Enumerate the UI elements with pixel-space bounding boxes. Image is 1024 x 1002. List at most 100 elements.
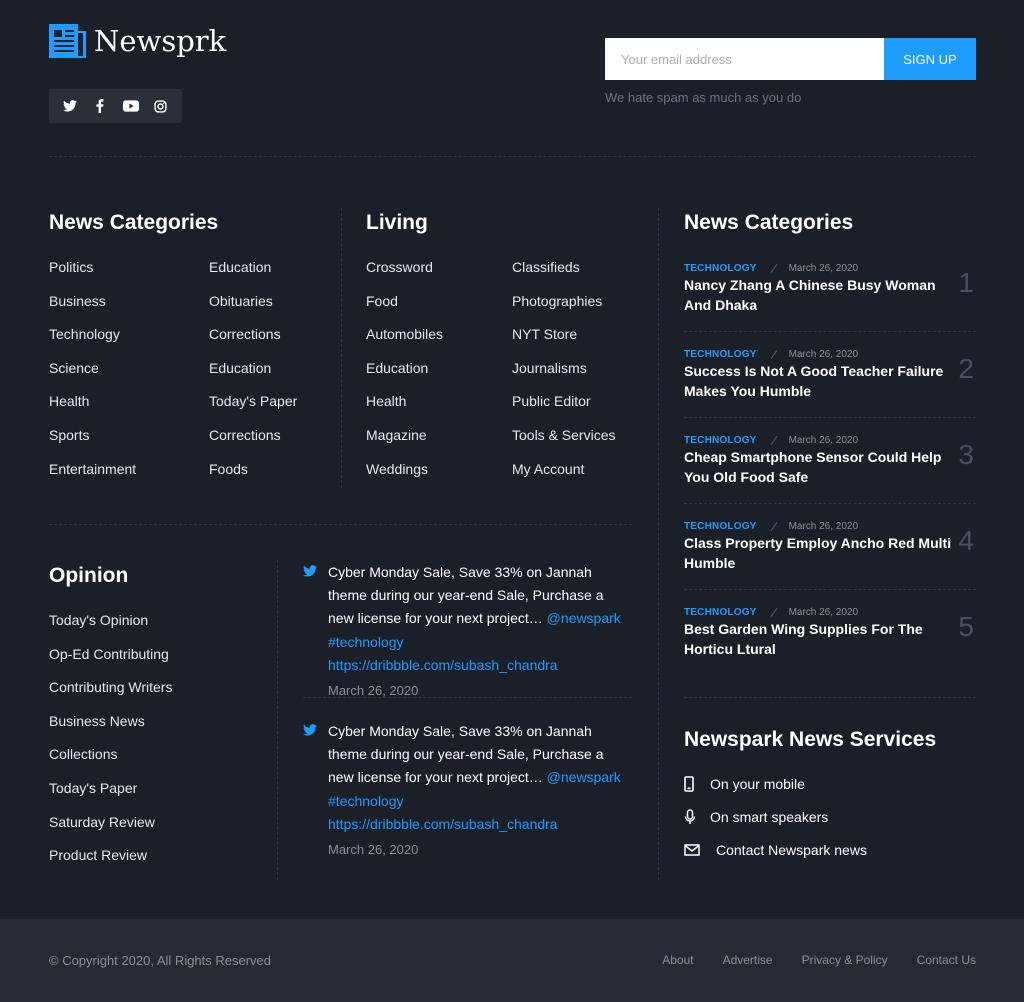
ranked-news-heading: News Categories: [684, 211, 854, 234]
living-link[interactable]: Tools & Services: [512, 426, 615, 460]
divider: [49, 524, 632, 525]
service-contact-link[interactable]: Contact Newspark news: [684, 841, 867, 859]
news-categories-col1: Politics Business Technology Science Hea…: [49, 258, 136, 493]
living-link[interactable]: Public Editor: [512, 392, 615, 426]
living-link[interactable]: Journalisms: [512, 359, 615, 393]
category-link[interactable]: Foods: [209, 460, 297, 494]
opinion-link[interactable]: Collections: [49, 745, 172, 779]
site-logo[interactable]: Newsprk: [49, 22, 226, 60]
category-tag[interactable]: TECHNOLOGY: [684, 607, 757, 618]
twitter-icon: [303, 723, 317, 741]
living-link[interactable]: Photographies: [512, 292, 615, 326]
footer-link-contact[interactable]: Contact Us: [917, 953, 976, 967]
category-link[interactable]: Health: [49, 392, 136, 426]
newsletter-form: SIGN UP: [605, 38, 976, 80]
post-title-link[interactable]: Best Garden Wing Supplies For The Hortic…: [684, 619, 962, 659]
post-title-link[interactable]: Class Property Employ Ancho Red Multi Hu…: [684, 533, 962, 573]
opinion-link[interactable]: Contributing Writers: [49, 678, 172, 712]
opinion-link[interactable]: Today's Paper: [49, 779, 172, 813]
email-field[interactable]: [605, 38, 884, 80]
living-link[interactable]: Health: [366, 392, 443, 426]
category-link[interactable]: Sports: [49, 426, 136, 460]
news-categories-col2: Education Obituaries Corrections Educati…: [209, 258, 297, 493]
rank-number: 2: [958, 353, 974, 384]
living-link[interactable]: Weddings: [366, 460, 443, 494]
slash-divider: [770, 521, 777, 531]
category-link[interactable]: Education: [209, 359, 297, 393]
opinion-link[interactable]: Today's Opinion: [49, 611, 172, 645]
footer-link-about[interactable]: About: [662, 953, 693, 967]
news-services-heading: Newspark News Services: [684, 728, 937, 751]
footer-link-advertise[interactable]: Advertise: [723, 953, 773, 967]
instagram-icon[interactable]: [150, 95, 172, 117]
service-label: On your mobile: [710, 776, 805, 792]
category-link[interactable]: Technology: [49, 325, 136, 359]
service-label: On smart speakers: [710, 809, 829, 825]
service-speakers-link[interactable]: On smart speakers: [684, 808, 828, 826]
column-divider: [658, 208, 659, 880]
category-link[interactable]: Entertainment: [49, 460, 136, 494]
opinion-list: Today's Opinion Op-Ed Contributing Contr…: [49, 611, 172, 880]
opinion-link[interactable]: Business News: [49, 712, 172, 746]
newspaper-icon: [49, 22, 87, 60]
slash-divider: [770, 349, 777, 359]
opinion-link[interactable]: Saturday Review: [49, 813, 172, 847]
category-link[interactable]: Today's Paper: [209, 392, 297, 426]
opinion-link[interactable]: Product Review: [49, 846, 172, 880]
living-heading: Living: [366, 211, 428, 234]
living-link[interactable]: Education: [366, 359, 443, 393]
copyright-text: © Copyright 2020, All Rights Reserved: [49, 953, 272, 968]
category-link[interactable]: Science: [49, 359, 136, 393]
divider: [684, 417, 976, 418]
slash-divider: [770, 607, 777, 617]
youtube-icon[interactable]: [120, 95, 142, 117]
living-link[interactable]: Crossword: [366, 258, 443, 292]
category-link[interactable]: Business: [49, 292, 136, 326]
living-link[interactable]: Automobiles: [366, 325, 443, 359]
footer-link-privacy[interactable]: Privacy & Policy: [802, 953, 888, 967]
post-title-link[interactable]: Success Is Not A Good Teacher Failure Ma…: [684, 361, 962, 401]
ranked-news-item: TECHNOLOGY March 26, 2020 Success Is Not…: [684, 347, 976, 433]
tweet-date: March 26, 2020: [328, 683, 419, 699]
divider: [303, 697, 632, 698]
post-date: March 26, 2020: [788, 434, 859, 446]
post-date: March 26, 2020: [788, 606, 859, 618]
divider: [684, 589, 976, 590]
category-tag[interactable]: TECHNOLOGY: [684, 349, 757, 360]
category-tag[interactable]: TECHNOLOGY: [684, 435, 757, 446]
opinion-link[interactable]: Op-Ed Contributing: [49, 645, 172, 679]
signup-button[interactable]: SIGN UP: [884, 38, 976, 80]
service-mobile-link[interactable]: On your mobile: [684, 775, 805, 793]
news-categories-heading: News Categories: [49, 211, 219, 234]
living-link[interactable]: Food: [366, 292, 443, 326]
category-link[interactable]: Corrections: [209, 426, 297, 460]
category-link[interactable]: Politics: [49, 258, 136, 292]
twitter-icon: [303, 564, 317, 582]
ranked-news-item: TECHNOLOGY March 26, 2020 Cheap Smartpho…: [684, 433, 976, 519]
category-link[interactable]: Obituaries: [209, 292, 297, 326]
living-link[interactable]: Magazine: [366, 426, 443, 460]
tweet-url-link[interactable]: https://dribbble.com/subash_chandra: [328, 657, 558, 673]
service-label: Contact Newspark news: [716, 842, 867, 858]
living-link[interactable]: My Account: [512, 460, 615, 494]
living-link[interactable]: Classifieds: [512, 258, 615, 292]
category-tag[interactable]: TECHNOLOGY: [684, 521, 757, 532]
column-divider: [341, 208, 342, 488]
category-link[interactable]: Education: [209, 258, 297, 292]
opinion-heading: Opinion: [49, 564, 129, 587]
spam-note: We hate spam as much as you do: [605, 90, 802, 105]
tweet-url-link[interactable]: https://dribbble.com/subash_chandra: [328, 816, 558, 832]
category-tag[interactable]: TECHNOLOGY: [684, 263, 757, 274]
category-link[interactable]: Corrections: [209, 325, 297, 359]
living-link[interactable]: NYT Store: [512, 325, 615, 359]
post-title-link[interactable]: Cheap Smartphone Sensor Could Help You O…: [684, 447, 962, 487]
social-links: [49, 89, 182, 123]
tweet-item: Cyber Monday Sale, Save 33% on Jannah th…: [303, 561, 633, 698]
twitter-icon[interactable]: [59, 95, 81, 117]
site-logo-text: Newsprk: [94, 24, 227, 58]
ranked-news-item: TECHNOLOGY March 26, 2020 Nancy Zhang A …: [684, 261, 976, 347]
facebook-icon[interactable]: [89, 95, 111, 117]
living-col2: Classifieds Photographies NYT Store Jour…: [512, 258, 615, 493]
mobile-icon: [684, 775, 706, 793]
post-title-link[interactable]: Nancy Zhang A Chinese Busy Woman And Dha…: [684, 275, 962, 315]
